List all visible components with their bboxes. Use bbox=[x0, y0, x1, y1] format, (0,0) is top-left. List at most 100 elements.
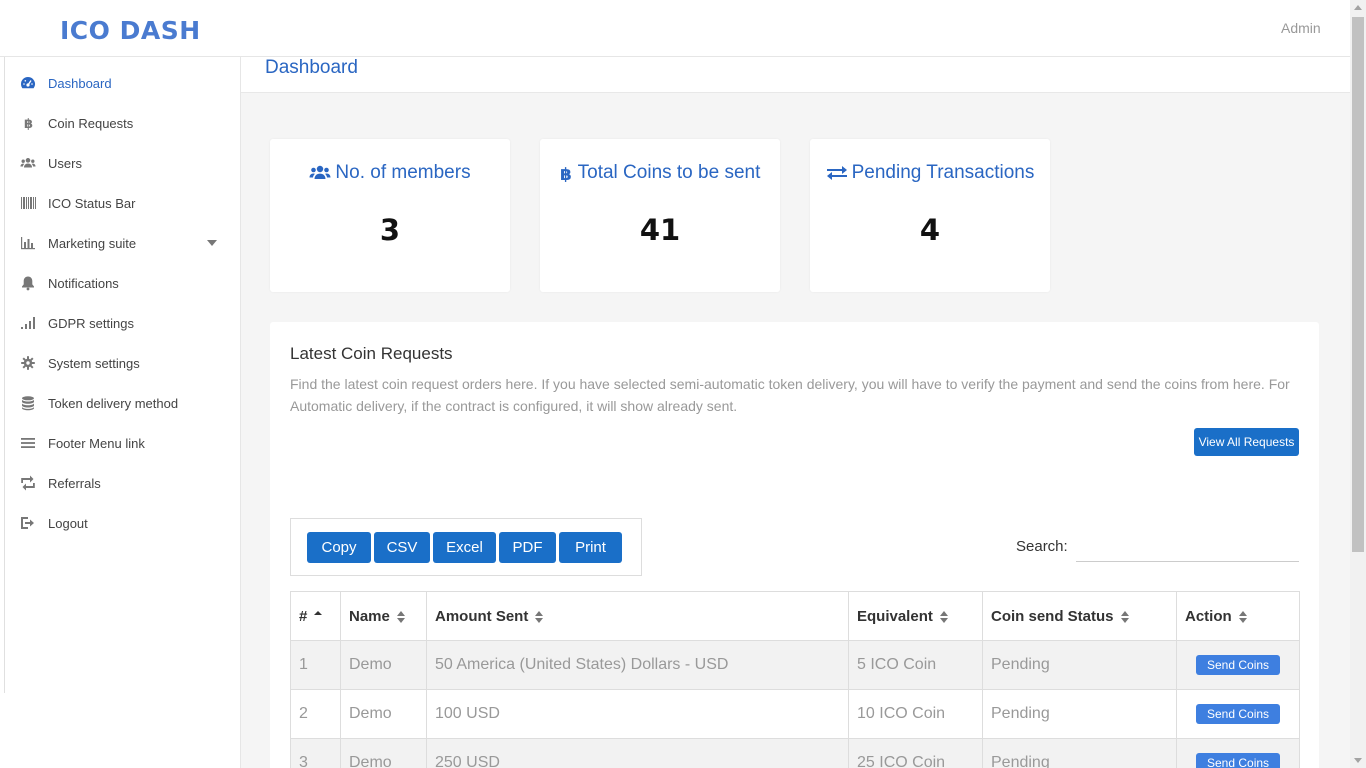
cell-action: Send Coins bbox=[1176, 689, 1300, 739]
sort-icon bbox=[1238, 610, 1247, 623]
print-button[interactable]: Print bbox=[559, 532, 622, 563]
scrollbar-thumb[interactable] bbox=[1352, 17, 1364, 552]
table-row: 2 Demo 100 USD 10 ICO Coin Pending Send … bbox=[290, 689, 1300, 739]
sidebar-item-label: Coin Requests bbox=[48, 115, 134, 131]
signal-icon bbox=[8, 315, 48, 331]
sort-icon bbox=[939, 610, 948, 623]
sidebar-item-token-delivery-method[interactable]: Token delivery method bbox=[8, 383, 233, 423]
sidebar-item-coin-requests[interactable]: ฿ Coin Requests bbox=[8, 103, 233, 143]
stat-value: 41 bbox=[639, 213, 681, 247]
sidebar-item-ico-status-bar[interactable]: ICO Status Bar bbox=[8, 183, 233, 223]
cell-name: Demo bbox=[340, 640, 427, 690]
stat-label: No. of members bbox=[335, 162, 471, 183]
chevron-down-icon bbox=[207, 240, 217, 246]
column-header-amount-sent[interactable]: Amount Sent bbox=[426, 591, 849, 641]
sort-icon bbox=[535, 610, 544, 623]
cell-amount: 250 USD bbox=[426, 738, 849, 768]
page-header: Dashboard bbox=[241, 57, 1350, 93]
retweet-icon bbox=[8, 475, 48, 491]
cell-amount: 100 USD bbox=[426, 689, 849, 739]
sidebar-item-label: GDPR settings bbox=[48, 315, 134, 331]
sidebar-item-label: System settings bbox=[48, 355, 140, 371]
send-coins-button[interactable]: Send Coins bbox=[1196, 655, 1281, 675]
sidebar-item-label: Referrals bbox=[48, 475, 101, 491]
stat-value: 3 bbox=[379, 213, 401, 247]
page-scrollbar[interactable] bbox=[1350, 0, 1366, 768]
brand-logo[interactable]: ICO DASH bbox=[60, 16, 201, 45]
excel-button[interactable]: Excel bbox=[433, 532, 496, 563]
sort-icon bbox=[396, 610, 405, 623]
latest-requests-card: Latest Coin Requests Find the latest coi… bbox=[270, 322, 1319, 768]
sidebar-item-logout[interactable]: Logout bbox=[8, 503, 233, 543]
sidebar-item-footer-menu-link[interactable]: Footer Menu link bbox=[8, 423, 233, 463]
send-coins-button[interactable]: Send Coins bbox=[1196, 704, 1281, 724]
users-icon bbox=[309, 165, 331, 179]
stat-card-total-coins: ฿ Total Coins to be sent 41 bbox=[540, 139, 780, 292]
stat-label: Total Coins to be sent bbox=[577, 162, 761, 183]
page-title: Dashboard bbox=[265, 57, 358, 78]
table-row: 3 Demo 250 USD 25 ICO Coin Pending Send … bbox=[290, 738, 1300, 768]
copy-button[interactable]: Copy bbox=[307, 532, 371, 563]
sidebar-item-users[interactable]: Users bbox=[8, 143, 233, 183]
exchange-icon bbox=[826, 166, 847, 180]
cell-number: 2 bbox=[290, 689, 341, 739]
export-toolbar: Copy CSV Excel PDF Print bbox=[290, 518, 642, 576]
column-header-equivalent[interactable]: Equivalent bbox=[848, 591, 983, 641]
coin-requests-table: # Name Amount Sent Equivalent Coin send … bbox=[290, 591, 1300, 768]
cell-name: Demo bbox=[340, 738, 427, 768]
sidebar-item-label: Users bbox=[48, 155, 82, 171]
cell-equivalent: 10 ICO Coin bbox=[848, 689, 983, 739]
svg-text:฿: ฿ bbox=[560, 165, 572, 182]
svg-text:฿: ฿ bbox=[24, 117, 33, 131]
cell-equivalent: 25 ICO Coin bbox=[848, 738, 983, 768]
stat-card-pending-transactions: Pending Transactions 4 bbox=[810, 139, 1050, 292]
search-label: Search: bbox=[1016, 538, 1068, 555]
search-input[interactable] bbox=[1076, 534, 1299, 562]
table-header-row: # Name Amount Sent Equivalent Coin send … bbox=[290, 591, 1300, 641]
sidebar-item-label: Dashboard bbox=[48, 75, 112, 91]
sort-asc-icon bbox=[314, 610, 323, 615]
gear-icon bbox=[8, 355, 48, 371]
csv-button[interactable]: CSV bbox=[374, 532, 430, 563]
cell-equivalent: 5 ICO Coin bbox=[848, 640, 983, 690]
scroll-up-arrow-icon[interactable] bbox=[1354, 5, 1362, 10]
dashboard-icon bbox=[8, 75, 48, 91]
cell-number: 3 bbox=[290, 738, 341, 768]
view-all-requests-button[interactable]: View All Requests bbox=[1194, 428, 1299, 456]
cell-status: Pending bbox=[982, 738, 1177, 768]
sidebar-item-label: ICO Status Bar bbox=[48, 195, 136, 211]
cell-amount: 50 America (United States) Dollars - USD bbox=[426, 640, 849, 690]
stat-value: 4 bbox=[919, 213, 941, 247]
cell-status: Pending bbox=[982, 689, 1177, 739]
send-coins-button[interactable]: Send Coins bbox=[1196, 753, 1281, 768]
bitcoin-icon: ฿ bbox=[560, 165, 572, 182]
sidebar-item-system-settings[interactable]: System settings bbox=[8, 343, 233, 383]
column-header-name[interactable]: Name bbox=[340, 591, 427, 641]
barcode-icon bbox=[8, 195, 48, 211]
cell-action: Send Coins bbox=[1176, 640, 1300, 690]
cell-action: Send Coins bbox=[1176, 738, 1300, 768]
sidebar-item-dashboard[interactable]: Dashboard bbox=[8, 63, 233, 103]
sidebar-item-notifications[interactable]: Notifications bbox=[8, 263, 233, 303]
user-menu[interactable]: Admin bbox=[1281, 20, 1321, 36]
pdf-button[interactable]: PDF bbox=[499, 532, 556, 563]
cell-number: 1 bbox=[290, 640, 341, 690]
sidebar-item-referrals[interactable]: Referrals bbox=[8, 463, 233, 503]
stat-label: Pending Transactions bbox=[851, 162, 1035, 183]
column-header-number[interactable]: # bbox=[290, 591, 341, 641]
column-header-action[interactable]: Action bbox=[1176, 591, 1300, 641]
sidebar-item-marketing-suite[interactable]: Marketing suite bbox=[8, 223, 233, 263]
column-header-status[interactable]: Coin send Status bbox=[982, 591, 1177, 641]
card-title: Latest Coin Requests bbox=[290, 344, 453, 363]
stat-card-members: No. of members 3 bbox=[270, 139, 510, 292]
sidebar-item-label: Logout bbox=[48, 515, 88, 531]
menu-icon bbox=[8, 435, 48, 451]
sidebar-item-gdpr-settings[interactable]: GDPR settings bbox=[8, 303, 233, 343]
sort-icon bbox=[1120, 610, 1129, 623]
database-icon bbox=[8, 395, 48, 411]
sidebar-item-label: Marketing suite bbox=[48, 235, 137, 251]
scroll-down-arrow-icon[interactable] bbox=[1354, 758, 1362, 763]
cell-status: Pending bbox=[982, 640, 1177, 690]
sign-out-icon bbox=[8, 515, 48, 531]
users-icon bbox=[8, 155, 48, 171]
